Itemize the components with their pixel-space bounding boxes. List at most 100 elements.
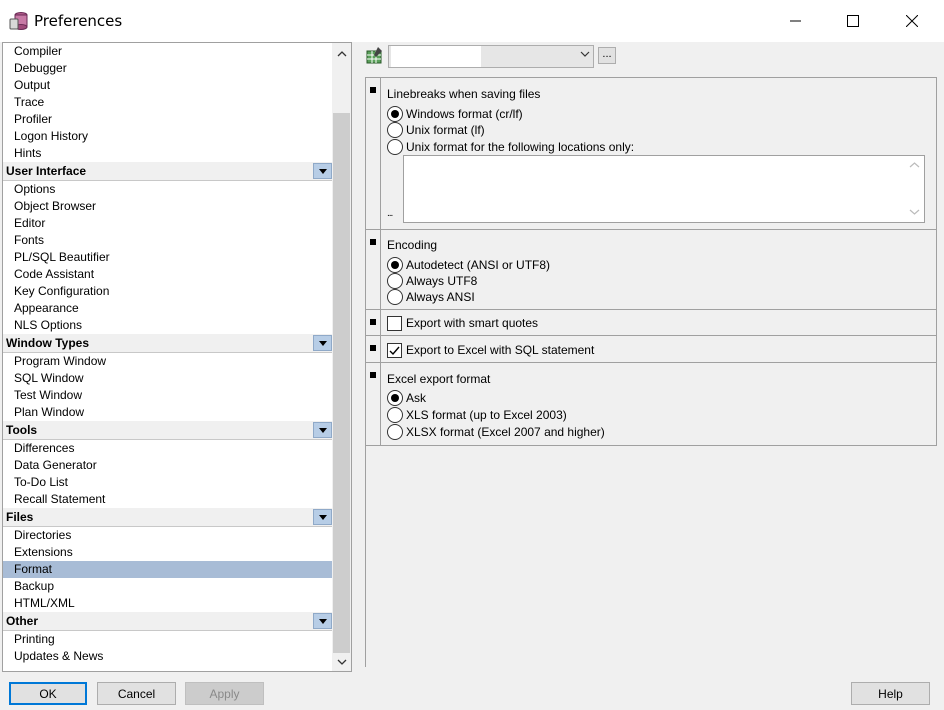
tree-group-header[interactable]: Files: [3, 508, 333, 527]
tree-item[interactable]: Data Generator: [3, 457, 333, 474]
radio-xls[interactable]: XLS format (up to Excel 2003): [387, 407, 567, 423]
tree-item[interactable]: Editor: [3, 215, 333, 232]
linebreaks-group: Linebreaks when saving files Windows for…: [366, 78, 937, 230]
help-button[interactable]: Help: [851, 682, 930, 705]
cancel-button[interactable]: Cancel: [97, 682, 176, 705]
radio-always-ansi[interactable]: Always ANSI: [387, 289, 475, 305]
tree-group-header[interactable]: Other: [3, 612, 333, 631]
scroll-thumb[interactable]: [333, 113, 350, 653]
radio-ask[interactable]: Ask: [387, 390, 426, 406]
collapse-chevron-icon[interactable]: [313, 613, 332, 629]
radio-unix-format[interactable]: Unix format (lf): [387, 122, 485, 138]
tree-item[interactable]: Code Assistant: [3, 266, 333, 283]
radio-label: Always ANSI: [406, 290, 475, 304]
tree-item[interactable]: SQL Window: [3, 370, 333, 387]
linebreaks-title: Linebreaks when saving files: [387, 87, 541, 101]
tree-item[interactable]: Hints: [3, 145, 333, 162]
profile-combo-value: [391, 46, 481, 67]
tree-item[interactable]: Program Window: [3, 353, 333, 370]
tree-item[interactable]: Options: [3, 181, 333, 198]
check-icon: [387, 342, 402, 358]
tree-group-label: User Interface: [6, 164, 87, 178]
settings-profile-icon: [364, 45, 386, 67]
tree-scrollbar[interactable]: [332, 43, 351, 671]
tree-item[interactable]: Directories: [3, 527, 333, 544]
radio-windows-format[interactable]: Windows format (cr/lf): [387, 106, 523, 122]
radio-xlsx[interactable]: XLSX format (Excel 2007 and higher): [387, 424, 605, 440]
excel-sql-checkbox[interactable]: Export to Excel with SQL statement: [387, 342, 594, 358]
tree-group-header[interactable]: User Interface: [3, 162, 333, 181]
locations-ellipsis-button[interactable]: ...: [387, 208, 393, 219]
tree-item[interactable]: Test Window: [3, 387, 333, 404]
excel-sql-group: Export to Excel with SQL statement: [366, 336, 937, 363]
tree-item[interactable]: Key Configuration: [3, 283, 333, 300]
profile-combo[interactable]: [388, 45, 594, 68]
checkbox-label: Export with smart quotes: [406, 316, 539, 330]
tree-group-label: Window Types: [6, 336, 90, 350]
tree-item[interactable]: Differences: [3, 440, 333, 457]
tree-item[interactable]: Backup: [3, 578, 333, 595]
database-icon: [8, 10, 30, 32]
minimize-icon: [790, 20, 801, 22]
tree-group-header[interactable]: Window Types: [3, 334, 333, 353]
tree-item[interactable]: Format: [3, 561, 333, 578]
tree-item[interactable]: Trace: [3, 94, 333, 111]
smart-quotes-group: Export with smart quotes: [366, 310, 937, 336]
tree-group-label: Tools: [6, 423, 38, 437]
tree-item[interactable]: HTML/XML: [3, 595, 333, 612]
collapse-chevron-icon[interactable]: [313, 509, 332, 525]
tree-item[interactable]: Printing: [3, 631, 333, 648]
maximize-button[interactable]: [830, 0, 876, 42]
tree-item[interactable]: To-Do List: [3, 474, 333, 491]
maximize-icon: [847, 15, 859, 27]
group-marker: [370, 372, 376, 378]
radio-label: XLS format (up to Excel 2003): [406, 408, 567, 422]
tree-item[interactable]: Output: [3, 77, 333, 94]
tree-item[interactable]: Compiler: [3, 43, 333, 60]
collapse-chevron-icon[interactable]: [313, 422, 332, 438]
tree-item[interactable]: Appearance: [3, 300, 333, 317]
tree-item[interactable]: Object Browser: [3, 198, 333, 215]
collapse-chevron-icon[interactable]: [313, 163, 332, 179]
ok-button[interactable]: OK: [9, 682, 87, 705]
collapse-chevron-icon[interactable]: [313, 335, 332, 351]
minimize-button[interactable]: [773, 0, 819, 42]
radio-unix-locations[interactable]: Unix format for the following locations …: [387, 139, 634, 155]
title-bar: Preferences: [0, 0, 944, 42]
tree-item[interactable]: NLS Options: [3, 317, 333, 334]
radio-autodetect[interactable]: Autodetect (ANSI or UTF8): [387, 257, 550, 273]
tree-item[interactable]: Logon History: [3, 128, 333, 145]
radio-icon: [387, 273, 403, 289]
tree-item[interactable]: Extensions: [3, 544, 333, 561]
tree-group-header[interactable]: Tools: [3, 421, 333, 440]
format-settings-panel: Linebreaks when saving files Windows for…: [365, 77, 937, 667]
group-marker: [370, 345, 376, 351]
tree-item[interactable]: Fonts: [3, 232, 333, 249]
radio-icon: [387, 139, 403, 155]
radio-always-utf8[interactable]: Always UTF8: [387, 273, 477, 289]
radio-icon: [387, 289, 403, 305]
smart-quotes-checkbox[interactable]: Export with smart quotes: [387, 315, 538, 331]
scroll-up-icon[interactable]: [332, 45, 351, 62]
scroll-down-icon[interactable]: [332, 653, 351, 670]
group-marker: [370, 87, 376, 93]
tree-item[interactable]: Debugger: [3, 60, 333, 77]
radio-label: Unix format for the following locations …: [406, 140, 635, 154]
preferences-tree: Compiler Debugger Output Trace Profiler Logon…: [2, 42, 352, 672]
checkbox-label: Export to Excel with SQL statement: [406, 343, 595, 357]
tree-item[interactable]: Plan Window: [3, 404, 333, 421]
profile-ellipsis-button[interactable]: ...: [598, 47, 616, 64]
radio-icon: [387, 257, 403, 273]
apply-button[interactable]: Apply: [185, 682, 264, 705]
unix-locations-textarea[interactable]: [403, 155, 925, 223]
encoding-title: Encoding: [387, 238, 438, 252]
tree-item[interactable]: Profiler: [3, 111, 333, 128]
textarea-scrollbar[interactable]: [906, 156, 923, 222]
close-icon: [906, 15, 918, 27]
tree-item[interactable]: Recall Statement: [3, 491, 333, 508]
close-button[interactable]: [889, 0, 935, 42]
radio-icon: [387, 390, 403, 406]
tree-item[interactable]: PL/SQL Beautifier: [3, 249, 333, 266]
radio-label: Windows format (cr/lf): [406, 107, 523, 121]
tree-item[interactable]: Updates & News: [3, 648, 333, 665]
